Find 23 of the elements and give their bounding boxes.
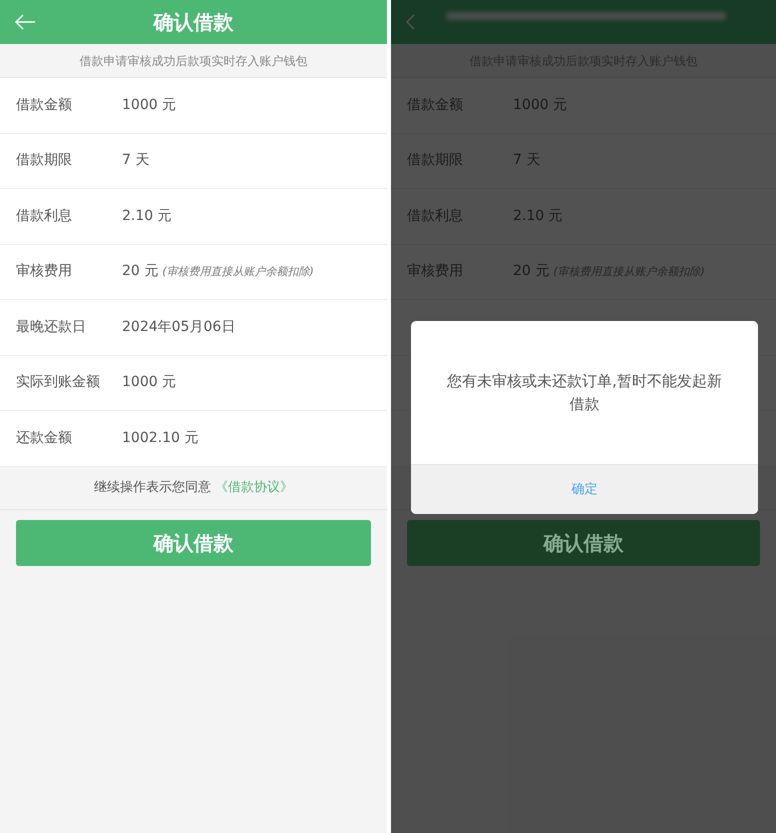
row-value: 1000 元: [122, 373, 176, 392]
row-value: 7 天: [122, 151, 150, 170]
row-label: 借款利息: [15, 206, 73, 226]
agreement-link[interactable]: 《借款协议》: [215, 478, 293, 498]
row-value: 2024年05月06日: [122, 318, 236, 337]
row-label: 最晚还款日: [15, 318, 87, 337]
back-arrow-icon[interactable]: [14, 13, 36, 31]
confirm-loan-button[interactable]: 确认借款: [16, 520, 371, 566]
confirm-loan-button[interactable]: 确认借款: [407, 520, 760, 566]
row-value: 1000 元: [122, 96, 176, 115]
dialog-message: 您有未审核或未还款订单,暂时不能发起新借款: [446, 371, 723, 414]
row-label: 还款金额: [15, 428, 73, 448]
row-label: 借款金额: [15, 96, 73, 115]
ok-button[interactable]: 确定: [411, 464, 758, 514]
row-value: 20 元: [122, 262, 158, 282]
row-value: 2.10 元: [122, 206, 172, 226]
row-label: 审核费用: [15, 262, 73, 282]
page-title: 确认借款: [154, 9, 234, 36]
row-note: (审核费用直接从账户余额扣除): [162, 264, 314, 280]
row-label: 借款期限: [15, 151, 73, 170]
row-value: 1002.10 元: [122, 428, 198, 448]
row-label: 实际到账金额: [15, 373, 101, 392]
agreement-text: 继续操作表示您同意: [94, 478, 211, 497]
